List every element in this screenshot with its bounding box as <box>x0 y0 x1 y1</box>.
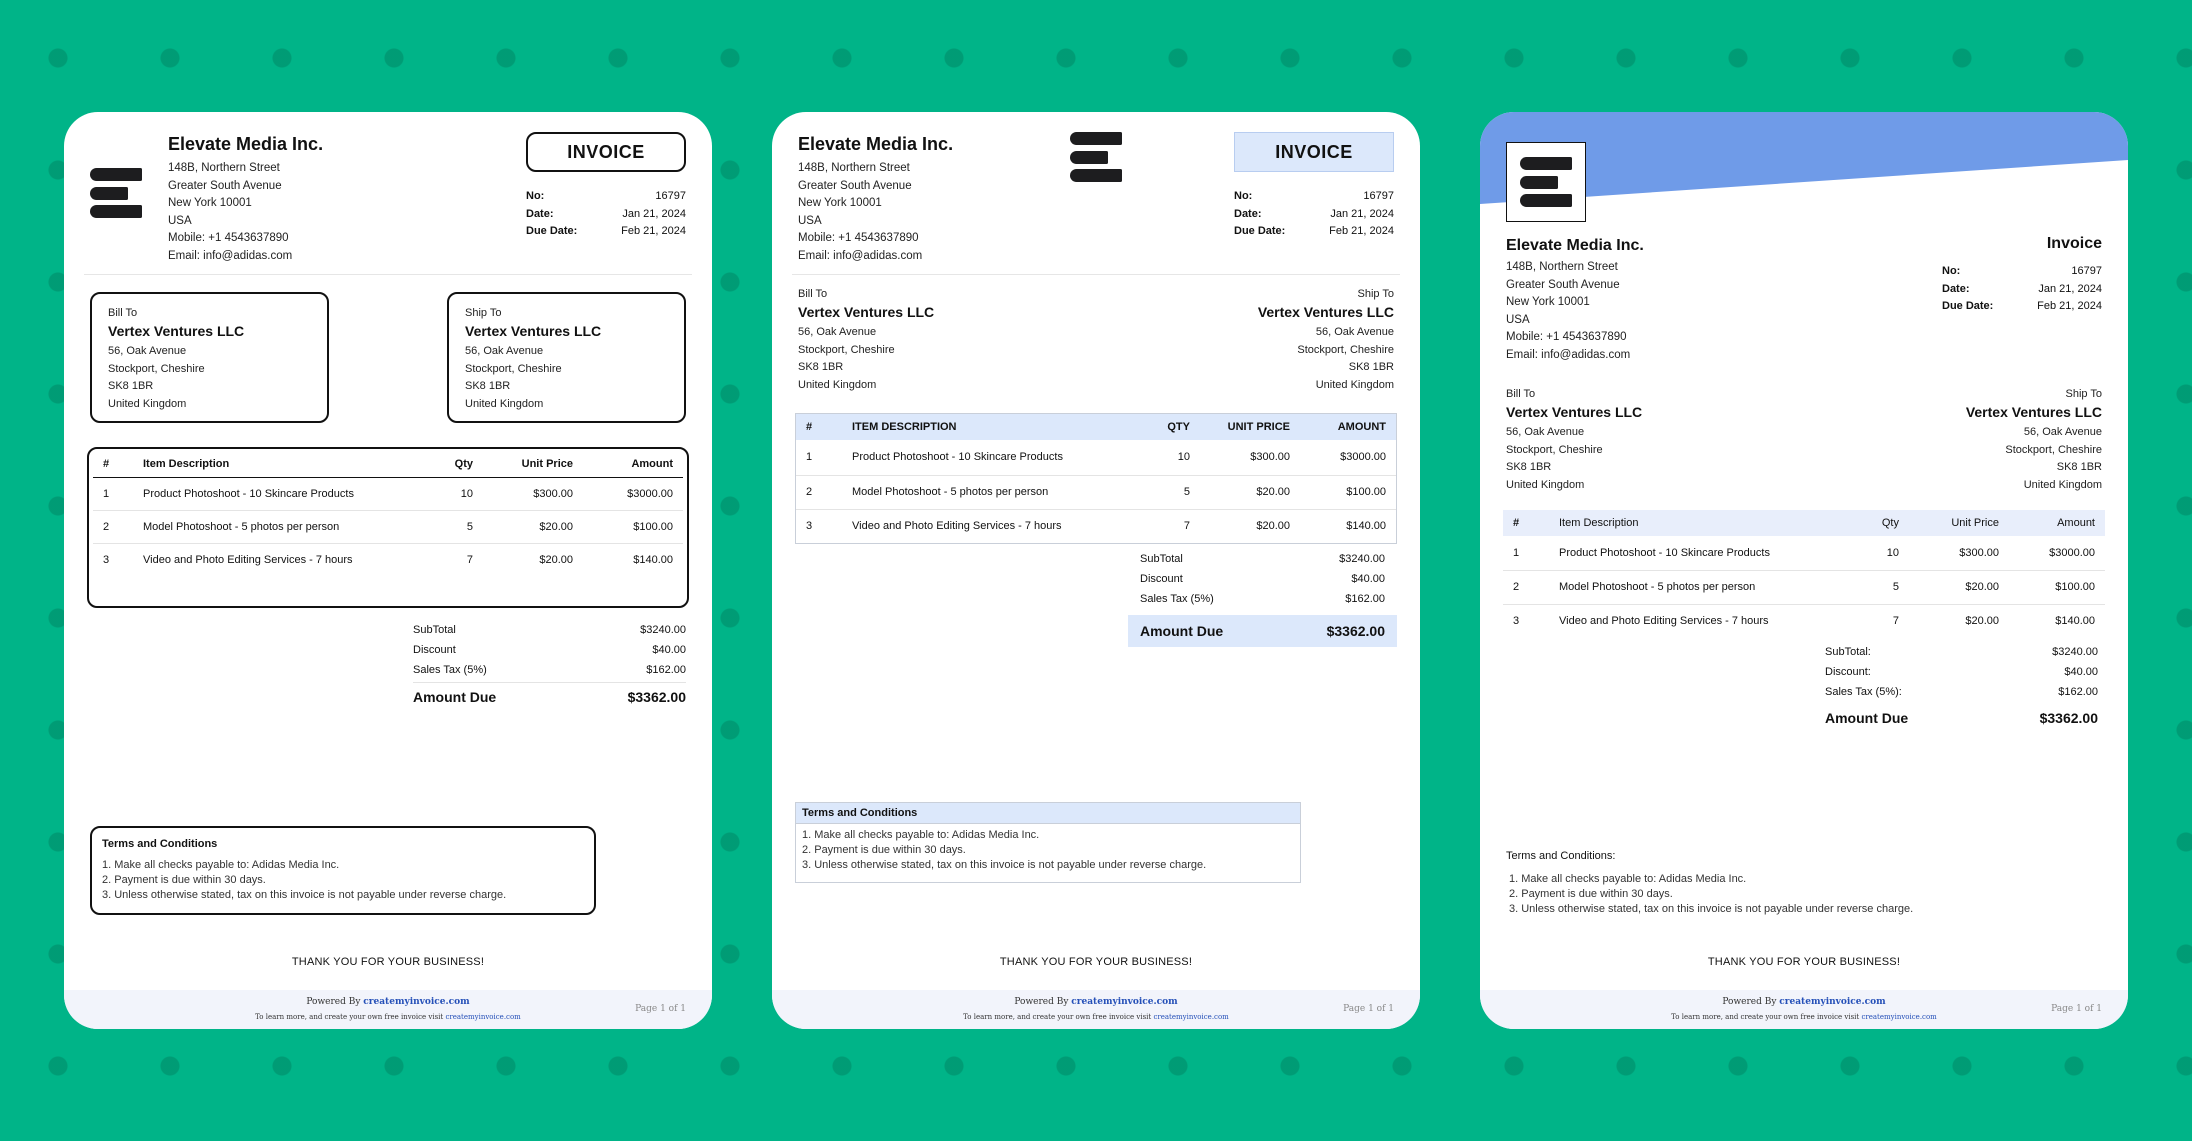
table-row: 2 Model Photoshoot - 5 photos per person 5… <box>796 475 1396 509</box>
bill-to-block: Bill To Vertex Ventures LLC 56, Oak Aven… <box>798 288 935 391</box>
invoice-template-2[interactable]: Elevate Media Inc. 148B, Northern Street… <box>772 112 1420 1029</box>
page-number: Page 1 of 1 <box>635 1004 686 1014</box>
table-row: 1 Product Photoshoot - 10 Skincare Produc… <box>806 451 1386 464</box>
terms-box: Terms and Conditions 1. Make all checks … <box>90 826 596 915</box>
invoice-meta: No: 16797 Date: Jan 21, 2024 Due Date: Feb … <box>1942 265 2102 312</box>
header-divider <box>84 274 692 275</box>
amount-due: Amount Due $3362.00 <box>413 689 686 705</box>
learn-more-link[interactable]: createmyinvoice.com <box>1153 1013 1228 1021</box>
invoice-template-3[interactable]: Elevate Media Inc. 148B, Northern Street… <box>1480 112 2128 1029</box>
learn-more-link[interactable]: createmyinvoice.com <box>445 1013 520 1021</box>
footer: Powered By createmyinvoice.com To learn … <box>1480 990 2128 1029</box>
bill-to-block: Bill To Vertex Ventures LLC 56, Oak Aven… <box>1506 388 1643 491</box>
table-row: 1 Product Photoshoot - 10 Skincare Produc… <box>93 477 683 510</box>
ship-to-block: Ship To Vertex Ventures LLC 56, Oak Aven… <box>1965 388 2102 491</box>
items-table: # Item Description Qty Unit Price Amount… <box>93 451 683 576</box>
terms-box: Terms and Conditions 1. Make all checks … <box>795 802 1301 883</box>
invoice-meta: No: 16797 Date: Jan 21, 2024 Due Date: Feb … <box>526 190 686 237</box>
thank-you-text: THANK YOU FOR YOUR BUSINESS! <box>1707 956 1901 968</box>
page-number: Page 1 of 1 <box>1343 1004 1394 1014</box>
items-table: # ITEM DESCRIPTION QTY UNIT PRICE AMOUNT… <box>796 414 1396 543</box>
background-frame: Elevate Media Inc. 148B, Northern Street… <box>0 0 2192 1141</box>
table-row: 2 Model Photoshoot - 5 photos per person 5… <box>93 510 683 543</box>
company-name: Elevate Media Inc. <box>168 134 324 154</box>
powered-by-link[interactable]: createmyinvoice.com <box>1779 997 1885 1007</box>
invoice-title: INVOICE <box>1234 132 1394 172</box>
table-row: 2 Model Photoshoot - 5 photos per person 5… <box>1503 570 2105 604</box>
company-address: 148B, Northern Street Greater South Aven… <box>798 162 923 262</box>
ship-to-block: Ship To Vertex Ventures LLC 56, Oak Aven… <box>1257 288 1394 391</box>
thank-you-text: THANK YOU FOR YOUR BUSINESS! <box>291 956 485 968</box>
items-table-box: # ITEM DESCRIPTION QTY UNIT PRICE AMOUNT… <box>795 413 1397 544</box>
amount-due: Amount Due $3362.00 <box>1825 710 2098 726</box>
items-table-box: # Item Description Qty Unit Price Amount… <box>1503 510 2105 638</box>
ship-to-box: Ship To Vertex Ventures LLC 56, Oak Aven… <box>447 292 686 423</box>
logo-frame <box>1506 142 1586 222</box>
invoice-title: Invoice <box>2046 235 2102 252</box>
thank-you-text: THANK YOU FOR YOUR BUSINESS! <box>999 956 1193 968</box>
company-name: Elevate Media Inc. <box>1506 237 1644 254</box>
bill-to-box: Bill To Vertex Ventures LLC 56, Oak Aven… <box>90 292 329 423</box>
amount-due: Amount Due $3362.00 <box>1128 615 1397 647</box>
items-table-box: # Item Description Qty Unit Price Amount… <box>87 447 689 608</box>
table-row: 3 Video and Photo Editing Services - 7 ho… <box>1503 604 2105 638</box>
totals-block: SubTotal $3240.00 Discount $40.00 Sales Ta… <box>1128 549 1397 647</box>
items-table: # Item Description Qty Unit Price Amount… <box>1503 510 2105 638</box>
powered-by-link[interactable]: createmyinvoice.com <box>363 997 469 1007</box>
company-logo <box>1070 132 1122 182</box>
invoice-template-1[interactable]: Elevate Media Inc. 148B, Northern Street… <box>64 112 712 1029</box>
table-header: # ITEM DESCRIPTION QTY UNIT PRICE AMOUNT <box>796 414 1396 440</box>
totals-block: SubTotal $3240.00 Discount $40.00 Sales Ta… <box>413 624 686 705</box>
company-logo <box>90 168 142 218</box>
learn-more-link[interactable]: createmyinvoice.com <box>1861 1013 1936 1021</box>
powered-by-link[interactable]: createmyinvoice.com <box>1071 997 1177 1007</box>
table-header: # Item Description Qty Unit Price Amount <box>103 457 673 470</box>
footer: Powered By createmyinvoice.com To learn … <box>64 990 712 1029</box>
company-address: 148B, Northern Street Greater South Aven… <box>168 162 293 262</box>
footer: Powered By createmyinvoice.com To learn … <box>772 990 1420 1029</box>
invoice-title: INVOICE <box>526 132 686 172</box>
totals-block: SubTotal: $3240.00 Discount: $40.00 Sales … <box>1825 646 2098 726</box>
company-logo <box>1520 157 1572 207</box>
table-row: 3 Video and Photo Editing Services - 7 ho… <box>796 509 1396 543</box>
page-number: Page 1 of 1 <box>2051 1004 2102 1014</box>
invoice-meta: No: 16797 Date: Jan 21, 2024 Due Date: Feb … <box>1234 190 1394 237</box>
terms-block: Terms and Conditions: 1. Make all checks… <box>1506 850 1914 915</box>
company-address: 148B, Northern Street Greater South Aven… <box>1506 261 1631 361</box>
company-name: Elevate Media Inc. <box>798 134 954 154</box>
header-divider <box>792 274 1400 275</box>
table-header: # Item Description Qty Unit Price Amount <box>1503 510 2105 536</box>
table-row: 1 Product Photoshoot - 10 Skincare Produc… <box>1513 546 2095 559</box>
table-row: 3 Video and Photo Editing Services - 7 ho… <box>93 543 683 576</box>
